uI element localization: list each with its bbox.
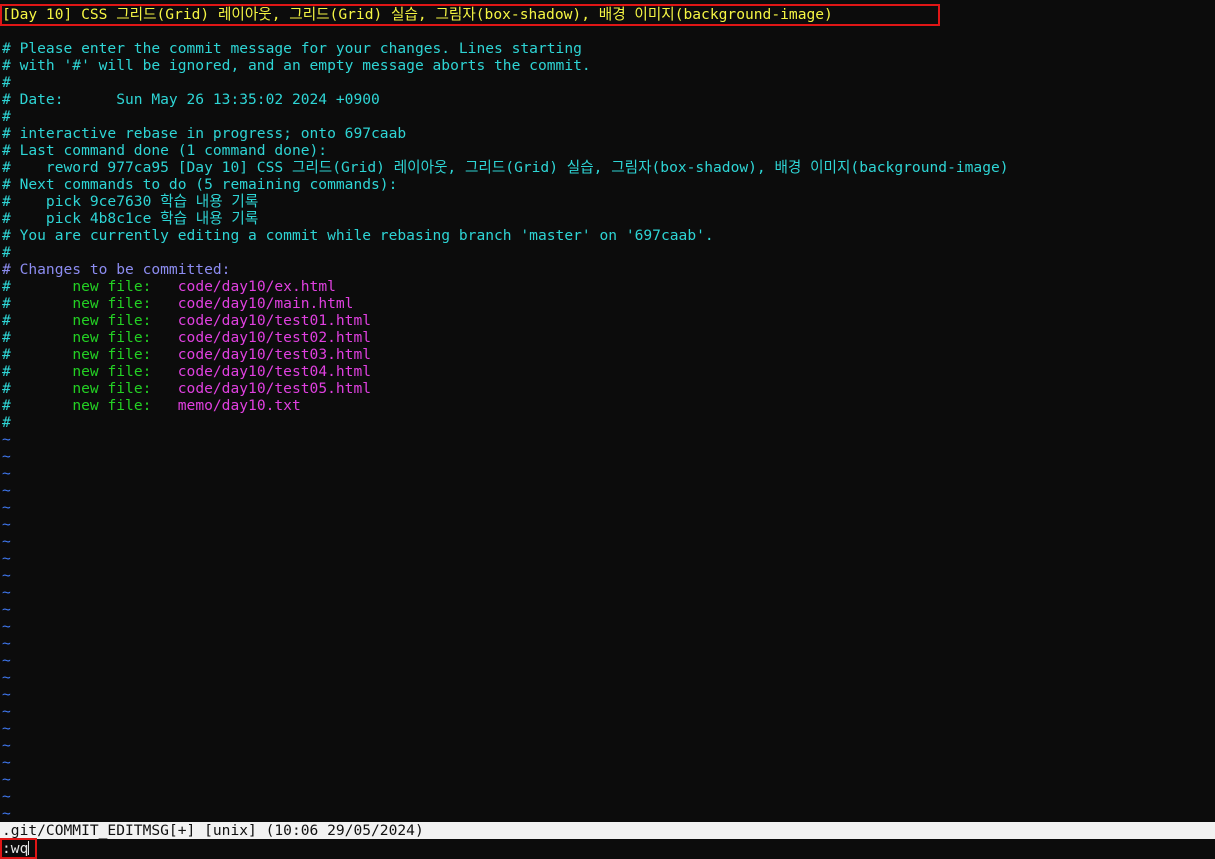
empty-line-tilde: ~ — [2, 618, 11, 635]
change-row: # new file: code/day10/test03.html — [2, 346, 371, 363]
pick-command-line: # pick 9ce7630 학습 내용 기록 — [2, 193, 259, 210]
editing-commit-line: # You are currently editing a commit whi… — [2, 227, 714, 244]
file-status: new file: — [72, 312, 152, 329]
empty-line-tilde: ~ — [2, 601, 11, 618]
file-path: code/day10/test05.html — [177, 380, 372, 397]
change-row: # new file: memo/day10.txt — [2, 397, 301, 414]
empty-line-tilde: ~ — [2, 669, 11, 686]
comment-hash: # — [2, 363, 11, 380]
file-path: code/day10/test03.html — [177, 346, 372, 363]
empty-line-tilde: ~ — [2, 482, 11, 499]
vim-terminal[interactable]: [Day 10] CSS 그리드(Grid) 레이아웃, 그리드(Grid) 실… — [0, 0, 1215, 859]
comment-hash: # — [2, 278, 11, 295]
empty-line-tilde: ~ — [2, 499, 11, 516]
comment-hash: # — [2, 312, 11, 329]
empty-line-tilde: ~ — [2, 584, 11, 601]
file-path: code/day10/test02.html — [177, 329, 372, 346]
comment-line: # Please enter the commit message for yo… — [2, 40, 582, 57]
empty-line-tilde: ~ — [2, 788, 11, 805]
comment-hash: # — [2, 346, 11, 363]
comment-line: # with '#' will be ignored, and an empty… — [2, 57, 591, 74]
file-path: code/day10/main.html — [177, 295, 354, 312]
empty-line-tilde: ~ — [2, 703, 11, 720]
empty-line-tilde: ~ — [2, 805, 11, 822]
empty-line-tilde: ~ — [2, 550, 11, 567]
comment-line: # — [2, 74, 11, 91]
comment-line: # — [2, 108, 11, 125]
file-status: new file: — [72, 346, 152, 363]
command-line[interactable]: :wq — [0, 840, 1215, 859]
date-line: # Date: Sun May 26 13:35:02 2024 +0900 — [2, 91, 380, 108]
title-highlight-box — [0, 4, 940, 26]
empty-line-tilde: ~ — [2, 737, 11, 754]
comment-line: # — [2, 414, 11, 431]
empty-line-tilde: ~ — [2, 448, 11, 465]
comment-hash: # — [2, 397, 11, 414]
empty-line-tilde: ~ — [2, 652, 11, 669]
file-status: new file: — [72, 380, 152, 397]
change-row: # new file: code/day10/test05.html — [2, 380, 371, 397]
empty-line-tilde: ~ — [2, 431, 11, 448]
file-path: code/day10/test01.html — [177, 312, 372, 329]
empty-line-tilde: ~ — [2, 686, 11, 703]
file-status: new file: — [72, 363, 152, 380]
empty-line-tilde: ~ — [2, 516, 11, 533]
empty-line-tilde: ~ — [2, 720, 11, 737]
pick-command-line: # pick 4b8c1ce 학습 내용 기록 — [2, 210, 259, 227]
empty-line-tilde: ~ — [2, 635, 11, 652]
file-path: memo/day10.txt — [177, 397, 301, 414]
file-path: code/day10/ex.html — [177, 278, 336, 295]
change-row: # new file: code/day10/test01.html — [2, 312, 371, 329]
change-row: # new file: code/day10/test02.html — [2, 329, 371, 346]
empty-line-tilde: ~ — [2, 567, 11, 584]
comment-hash: # — [2, 329, 11, 346]
command-highlight-box — [0, 838, 37, 859]
reword-command-line: # reword 977ca95 [Day 10] CSS 그리드(Grid) … — [2, 159, 1009, 176]
file-status: new file: — [72, 278, 152, 295]
comment-hash: # — [2, 295, 11, 312]
file-status: new file: — [72, 397, 152, 414]
file-status: new file: — [72, 295, 152, 312]
last-command-header: # Last command done (1 command done): — [2, 142, 328, 159]
next-commands-header: # Next commands to do (5 remaining comma… — [2, 176, 398, 193]
comment-hash: # — [2, 380, 11, 397]
change-row: # new file: code/day10/ex.html — [2, 278, 336, 295]
comment-line: # — [2, 244, 11, 261]
change-row: # new file: code/day10/main.html — [2, 295, 353, 312]
changes-header: # Changes to be committed: — [2, 261, 231, 278]
empty-line-tilde: ~ — [2, 465, 11, 482]
status-bar: .git/COMMIT_EDITMSG[+] [unix] (10:06 29/… — [0, 822, 1215, 839]
empty-line-tilde: ~ — [2, 754, 11, 771]
rebase-status-line: # interactive rebase in progress; onto 6… — [2, 125, 407, 142]
file-path: code/day10/test04.html — [177, 363, 372, 380]
change-row: # new file: code/day10/test04.html — [2, 363, 371, 380]
file-status: new file: — [72, 329, 152, 346]
empty-line-tilde: ~ — [2, 533, 11, 550]
empty-line-tilde: ~ — [2, 771, 11, 788]
